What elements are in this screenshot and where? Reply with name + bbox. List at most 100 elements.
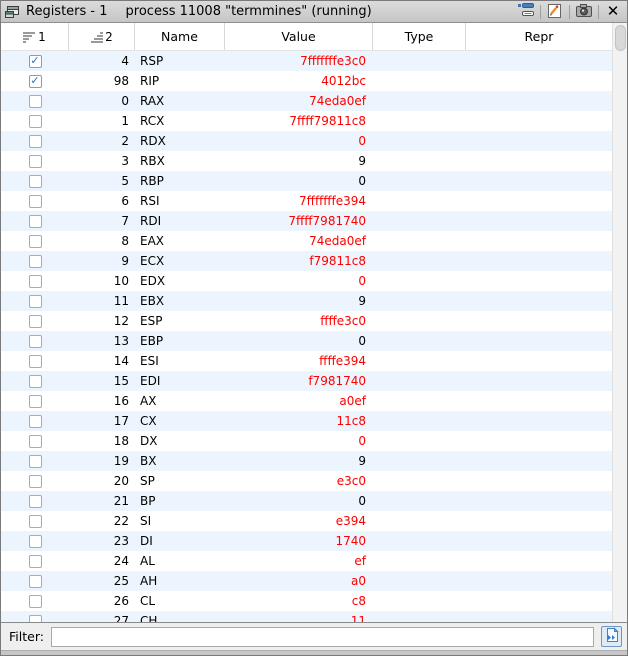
table-row[interactable]: 98 RIP 4012bc [1,71,612,91]
table-row[interactable]: 21 BP 0 [1,491,612,511]
table-row[interactable]: 22 SI e394 [1,511,612,531]
favorite-checkbox[interactable] [29,375,42,388]
favorite-checkbox[interactable] [29,155,42,168]
register-name: EBP [135,331,225,351]
register-value: c8 [225,591,373,611]
favorite-checkbox[interactable] [29,455,42,468]
register-value: e394 [225,511,373,531]
table-row[interactable]: 3 RBX 9 [1,151,612,171]
table-row[interactable]: 7 RDI 7ffff7981740 [1,211,612,231]
table-row[interactable]: 6 RSI 7fffffffe394 [1,191,612,211]
register-type [373,131,466,151]
vertical-scrollbar[interactable] [612,23,627,622]
register-number: 18 [69,431,135,451]
filter-input[interactable] [51,627,594,647]
table-row[interactable]: 27 CH 11 [1,611,612,622]
favorite-checkbox[interactable] [29,615,42,623]
favorite-checkbox[interactable] [29,595,42,608]
column-header-value[interactable]: Value [225,23,373,50]
table-row[interactable]: 9 ECX f79811c8 [1,251,612,271]
favorite-checkbox[interactable] [29,195,42,208]
favorite-checkbox[interactable] [29,315,42,328]
table-row[interactable]: 18 DX 0 [1,431,612,451]
close-button[interactable]: ✕ [603,3,623,21]
favorite-checkbox[interactable] [29,235,42,248]
favorite-checkbox[interactable] [29,395,42,408]
table-row[interactable]: 23 DI 1740 [1,531,612,551]
table-row[interactable]: 4 RSP 7fffffffe3c0 [1,51,612,71]
table-row[interactable]: 16 AX a0ef [1,391,612,411]
table-row[interactable]: 26 CL c8 [1,591,612,611]
column-header-name[interactable]: Name [135,23,225,50]
favorite-checkbox[interactable] [29,415,42,428]
register-type [373,431,466,451]
register-type [373,351,466,371]
register-name: SP [135,471,225,491]
favorite-checkbox[interactable] [29,295,42,308]
table-row[interactable]: 14 ESI ffffe394 [1,351,612,371]
favorite-checkbox[interactable] [29,475,42,488]
favorite-checkbox[interactable] [29,335,42,348]
favorite-checkbox[interactable] [29,495,42,508]
table-row[interactable]: 20 SP e3c0 [1,471,612,491]
favorite-checkbox[interactable] [29,255,42,268]
favorite-checkbox[interactable] [29,275,42,288]
table-row[interactable]: 0 RAX 74eda0ef [1,91,612,111]
toolbar-separator [598,5,599,19]
favorite-checkbox[interactable] [29,355,42,368]
register-number: 27 [69,611,135,622]
favorite-checkbox[interactable] [29,535,42,548]
window-resize-edge[interactable] [1,650,627,655]
filter-options-icon [604,627,619,646]
register-selection-button[interactable] [516,3,536,21]
title-bar[interactable]: Registers - 1 process 11008 "termmines" … [1,1,627,23]
register-value: f7981740 [225,371,373,391]
favorite-checkbox[interactable] [29,175,42,188]
table-row[interactable]: 11 EBX 9 [1,291,612,311]
column-header-repr[interactable]: Repr [466,23,612,50]
register-repr [466,351,612,371]
register-type [373,71,466,91]
column-header-number[interactable]: 2 [69,23,135,50]
favorite-checkbox[interactable] [29,435,42,448]
favorite-checkbox[interactable] [29,555,42,568]
favorite-checkbox[interactable] [29,515,42,528]
register-value: 74eda0ef [225,231,373,251]
table-row[interactable]: 25 AH a0 [1,571,612,591]
table-row[interactable]: 2 RDX 0 [1,131,612,151]
favorite-checkbox[interactable] [29,115,42,128]
filter-options-button[interactable] [601,626,622,647]
sort-order-2: 2 [105,30,113,44]
favorite-checkbox[interactable] [29,135,42,148]
favorite-checkbox[interactable] [29,215,42,228]
register-name: ESP [135,311,225,331]
column-header-favorite[interactable]: 1 [1,23,69,50]
table-row[interactable]: 15 EDI f7981740 [1,371,612,391]
register-type [373,171,466,191]
favorite-checkbox[interactable] [29,575,42,588]
register-type [373,91,466,111]
favorite-checkbox[interactable] [29,75,42,88]
favorite-checkbox[interactable] [29,95,42,108]
table-row[interactable]: 10 EDX 0 [1,271,612,291]
favorite-checkbox[interactable] [29,55,42,68]
table-row[interactable]: 13 EBP 0 [1,331,612,351]
register-repr [466,511,612,531]
table-row[interactable]: 12 ESP ffffe3c0 [1,311,612,331]
table-row[interactable]: 24 AL ef [1,551,612,571]
sort-ascending-icon [90,31,103,43]
table-row[interactable]: 17 CX 11c8 [1,411,612,431]
snapshot-button[interactable] [574,3,594,21]
register-value: 74eda0ef [225,91,373,111]
table-row[interactable]: 5 RBP 0 [1,171,612,191]
column-header-type[interactable]: Type [373,23,466,50]
register-value: ef [225,551,373,571]
edit-register-button[interactable] [545,3,565,21]
table-row[interactable]: 8 EAX 74eda0ef [1,231,612,251]
scrollbar-thumb[interactable] [615,25,626,51]
table-row[interactable]: 19 BX 9 [1,451,612,471]
register-value: ffffe3c0 [225,311,373,331]
register-value: a0 [225,571,373,591]
table-row[interactable]: 1 RCX 7ffff79811c8 [1,111,612,131]
register-number: 2 [69,131,135,151]
